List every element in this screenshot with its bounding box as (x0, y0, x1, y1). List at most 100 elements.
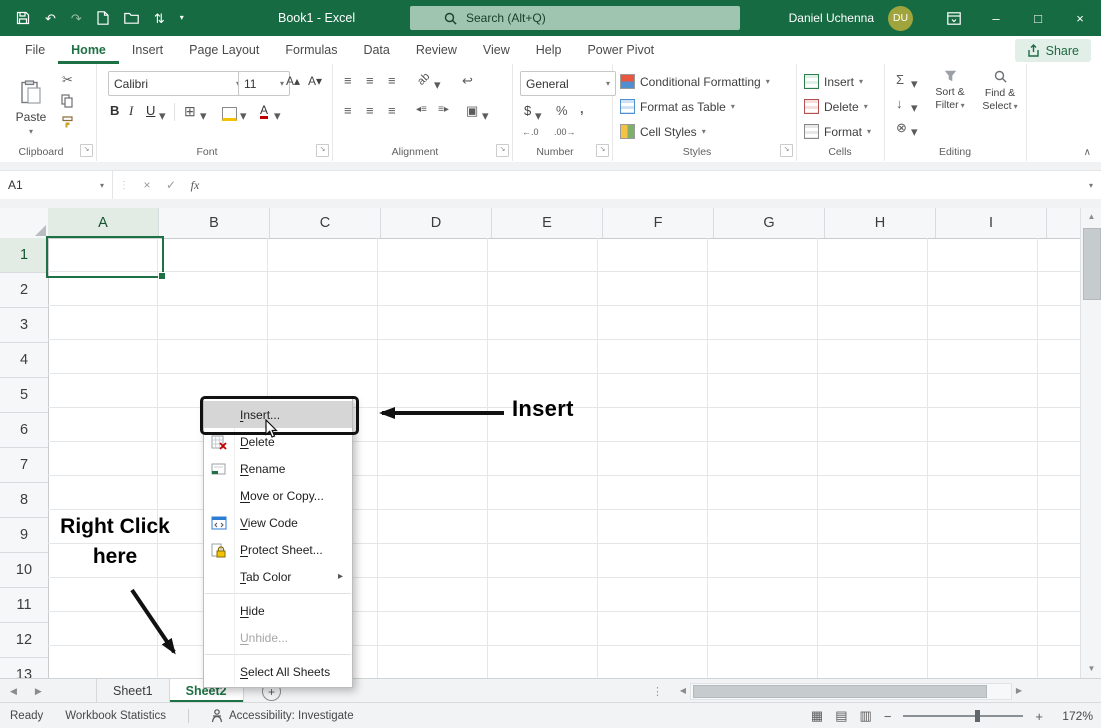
font-color-dropdown-icon[interactable]: ▾ (274, 109, 281, 122)
menu-item-select-all-sheets[interactable]: Select All Sheets (204, 658, 352, 685)
zoom-in-button[interactable]: + (1035, 709, 1043, 724)
redo-icon[interactable]: ↷ (71, 12, 82, 25)
vertical-scrollbar[interactable]: ▲ ▼ (1080, 208, 1101, 678)
increase-indent-icon[interactable]: ≡▸ (438, 105, 449, 115)
row-header-7[interactable]: 7 (0, 448, 48, 483)
column-header-partial[interactable] (1047, 208, 1080, 238)
format-as-table-button[interactable]: Format as Table ▾ (620, 95, 735, 118)
merge-center-dropdown-icon[interactable]: ▾ (482, 109, 489, 122)
underline-button[interactable]: U (146, 104, 155, 117)
menu-item-delete[interactable]: Delete (204, 428, 352, 455)
new-file-icon[interactable] (97, 11, 109, 25)
column-header-b[interactable]: B (159, 208, 270, 238)
italic-button[interactable]: I (129, 104, 133, 117)
menu-item-insert[interactable]: Insert... (204, 401, 352, 428)
row-header-11[interactable]: 11 (0, 588, 48, 623)
scroll-up-icon[interactable]: ▲ (1081, 210, 1101, 224)
column-header-d[interactable]: D (381, 208, 492, 238)
fill-color-dropdown-icon[interactable]: ▾ (240, 109, 247, 122)
number-dialog-launcher[interactable]: ↘ (596, 144, 609, 157)
view-normal-icon[interactable]: ▦ (811, 708, 823, 724)
autosum-icon[interactable]: Σ (896, 73, 904, 86)
ribbon-display-options-icon[interactable] (933, 0, 975, 36)
tab-view[interactable]: View (470, 36, 523, 64)
undo-icon[interactable]: ↶ (45, 12, 56, 25)
share-button[interactable]: Share (1015, 39, 1091, 62)
menu-item-rename[interactable]: Rename (204, 455, 352, 482)
autosum-dropdown-icon[interactable]: ▾ (911, 77, 918, 90)
zoom-out-button[interactable]: − (884, 709, 892, 724)
fill-color-icon[interactable] (222, 107, 237, 121)
tab-review[interactable]: Review (403, 36, 470, 64)
orientation-icon[interactable]: ab (416, 71, 432, 87)
column-header-c[interactable]: C (270, 208, 381, 238)
increase-font-size-icon[interactable]: A▴ (286, 75, 300, 87)
align-bottom-icon[interactable]: ≡ (388, 74, 396, 87)
conditional-formatting-button[interactable]: Conditional Formatting ▾ (620, 70, 770, 93)
name-box-dropdown-icon[interactable]: ▾ (100, 181, 104, 190)
tab-splitter-icon[interactable]: ⋮ (652, 679, 663, 703)
format-cells-button[interactable]: Format ▾ (804, 120, 871, 143)
font-color-icon[interactable]: A (260, 104, 268, 119)
cell-styles-button[interactable]: Cell Styles ▾ (620, 120, 706, 143)
view-page-layout-icon[interactable]: ▤ (835, 708, 847, 724)
row-header-3[interactable]: 3 (0, 308, 48, 343)
clear-icon[interactable]: ⊗ (896, 121, 907, 134)
column-header-g[interactable]: G (714, 208, 825, 238)
select-all-corner[interactable] (0, 208, 49, 239)
maximize-button[interactable]: □ (1017, 0, 1059, 36)
column-header-f[interactable]: F (603, 208, 714, 238)
column-header-i[interactable]: I (936, 208, 1047, 238)
comma-format-icon[interactable]: , (580, 102, 584, 115)
horizontal-scroll-thumb[interactable] (693, 685, 987, 698)
zoom-level[interactable]: 172% (1055, 709, 1093, 723)
font-family-select[interactable]: Calibri ▾ (108, 71, 246, 96)
tab-insert[interactable]: Insert (119, 36, 176, 64)
orientation-dropdown-icon[interactable]: ▾ (434, 78, 441, 91)
tab-help[interactable]: Help (523, 36, 575, 64)
align-middle-icon[interactable]: ≡ (366, 74, 374, 87)
save-icon[interactable] (16, 11, 30, 25)
delete-cells-button[interactable]: Delete ▾ (804, 95, 868, 118)
find-select-button[interactable]: Find & Select▾ (976, 70, 1024, 112)
collapse-ribbon-icon[interactable]: ∧ (1084, 148, 1091, 158)
tab-formulas[interactable]: Formulas (272, 36, 350, 64)
menu-item-view-code[interactable]: View Code (204, 509, 352, 536)
insert-function-icon[interactable]: fx (183, 178, 207, 193)
menu-item-hide[interactable]: Hide (204, 597, 352, 624)
row-header-6[interactable]: 6 (0, 413, 48, 448)
sheet-nav-left-icon[interactable]: ◀ (10, 686, 17, 697)
row-header-9[interactable]: 9 (0, 518, 48, 553)
underline-dropdown-icon[interactable]: ▾ (159, 109, 166, 122)
borders-dropdown-icon[interactable]: ▾ (200, 109, 207, 122)
qat-customize-icon[interactable]: ▾ (180, 14, 184, 22)
sheet-nav-right-icon[interactable]: ▶ (35, 686, 42, 697)
menu-item-tab-color[interactable]: Tab Color ▸ (204, 563, 352, 590)
column-header-a[interactable]: A (48, 208, 159, 238)
active-cell-a1[interactable] (46, 236, 164, 278)
minimize-button[interactable]: – (975, 0, 1017, 36)
clear-dropdown-icon[interactable]: ▾ (911, 125, 918, 138)
tab-page-layout[interactable]: Page Layout (176, 36, 272, 64)
row-header-10[interactable]: 10 (0, 553, 48, 588)
row-header-1[interactable]: 1 (0, 238, 48, 273)
percent-format-icon[interactable]: % (556, 104, 568, 117)
alignment-dialog-launcher[interactable]: ↘ (496, 144, 509, 157)
copy-icon[interactable] (61, 94, 73, 110)
scroll-down-icon[interactable]: ▼ (1081, 662, 1101, 676)
accessibility-status[interactable]: Accessibility: Investigate (211, 709, 354, 723)
tab-data[interactable]: Data (350, 36, 402, 64)
enter-icon[interactable]: ✓ (159, 178, 183, 192)
tab-home[interactable]: Home (58, 36, 119, 64)
tab-power-pivot[interactable]: Power Pivot (574, 36, 667, 64)
avatar[interactable]: DU (888, 6, 913, 31)
row-header-12[interactable]: 12 (0, 623, 48, 658)
user-name[interactable]: Daniel Uchenna (789, 11, 874, 25)
zoom-slider[interactable] (903, 715, 1023, 717)
decrease-indent-icon[interactable]: ◂≡ (416, 105, 427, 115)
view-page-break-icon[interactable]: ▥ (860, 708, 872, 724)
search-box[interactable]: Search (Alt+Q) (410, 6, 740, 30)
sheet-tab-sheet1[interactable]: Sheet1 (96, 679, 170, 702)
sort-az-icon[interactable]: ⇅ (154, 12, 165, 25)
wrap-text-icon[interactable]: ↩ (462, 74, 473, 87)
